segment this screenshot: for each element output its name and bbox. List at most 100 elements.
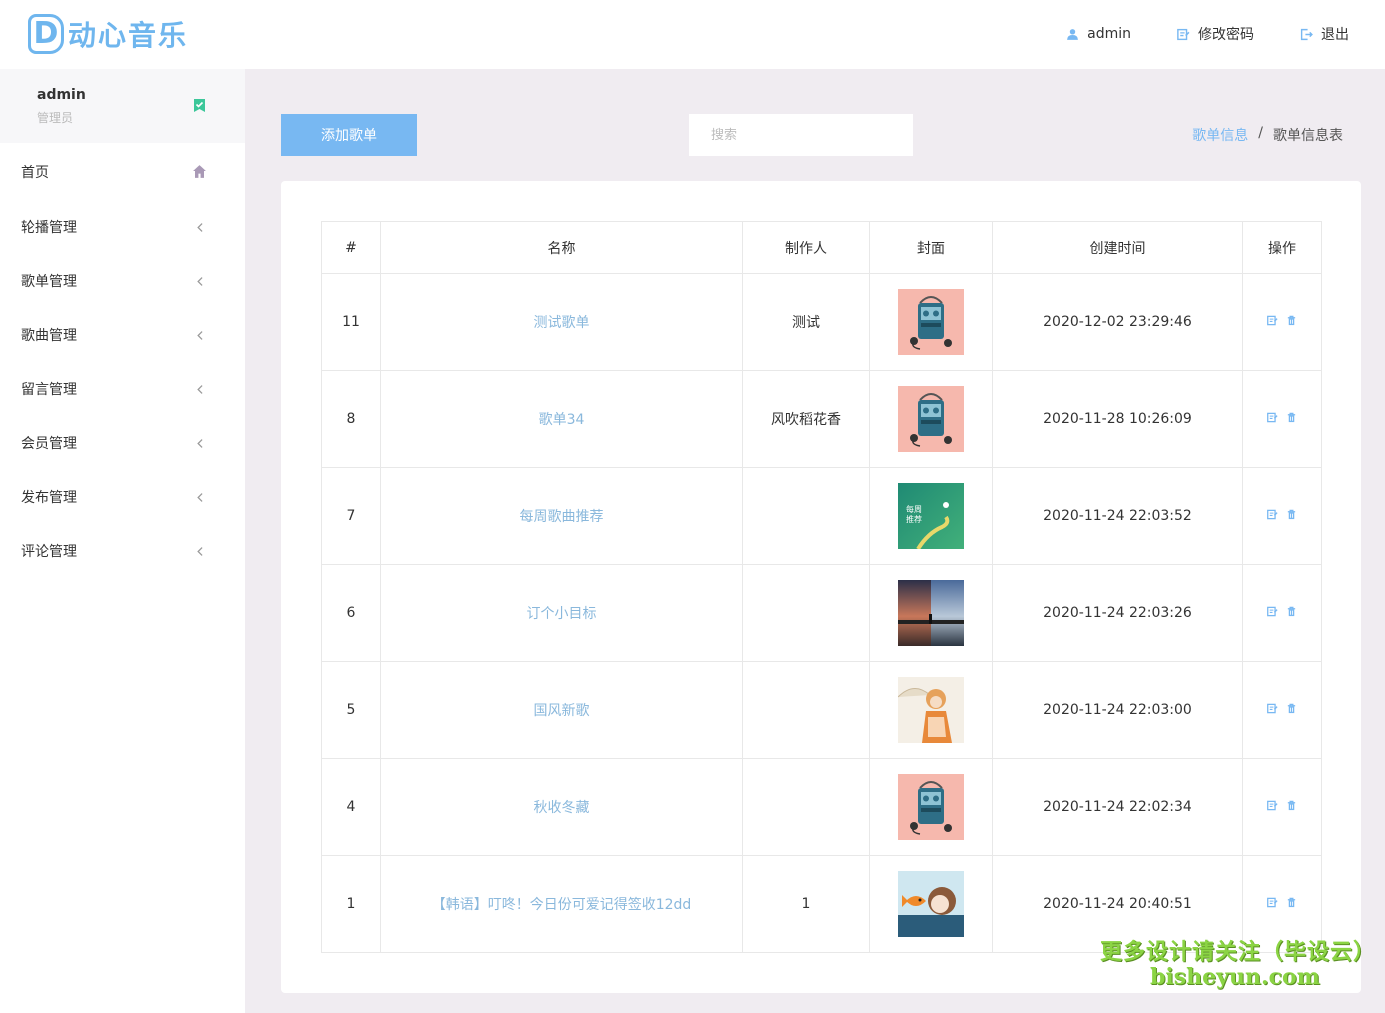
cell-actions bbox=[1242, 467, 1322, 565]
delete-icon[interactable] bbox=[1286, 606, 1297, 617]
sidebar-item-5[interactable]: 会员管理 bbox=[0, 416, 245, 470]
cell-id: 4 bbox=[321, 758, 381, 856]
breadcrumb-separator: / bbox=[1258, 125, 1263, 141]
sidebar-item-label: 轮播管理 bbox=[21, 220, 77, 236]
cover-image bbox=[898, 580, 964, 646]
cell-name-link[interactable]: 测试歌单 bbox=[380, 273, 743, 371]
cell-cover bbox=[869, 758, 993, 856]
delete-icon[interactable] bbox=[1286, 800, 1297, 811]
cell-created: 2020-11-24 22:02:34 bbox=[992, 758, 1243, 856]
cell-cover bbox=[869, 370, 993, 468]
column-header-creator[interactable]: 制作人 bbox=[742, 221, 870, 274]
edit-icon[interactable] bbox=[1267, 703, 1278, 714]
cell-cover bbox=[869, 661, 993, 759]
cell-id: 6 bbox=[321, 564, 381, 662]
cell-name-link[interactable]: 歌单34 bbox=[380, 370, 743, 468]
sidebar-item-label: 歌曲管理 bbox=[21, 328, 77, 344]
delete-icon[interactable] bbox=[1286, 703, 1297, 714]
change-password-link[interactable]: 修改密码 bbox=[1177, 24, 1254, 44]
svg-text:每周: 每周 bbox=[906, 504, 922, 514]
sidebar-item-7[interactable]: 评论管理 bbox=[0, 524, 245, 578]
cell-actions bbox=[1242, 273, 1322, 371]
edit-icon[interactable] bbox=[1267, 897, 1278, 908]
logo-text: 动心音乐 bbox=[68, 19, 189, 52]
column-header-cover[interactable]: 封面 bbox=[869, 221, 993, 274]
sidebar-item-label: 首页 bbox=[21, 165, 49, 181]
breadcrumb-parent[interactable]: 歌单信息 bbox=[1192, 125, 1248, 145]
sidebar: admin 管理员 首页轮播管理歌单管理歌曲管理留言管理会员管理发布管理评论管理 bbox=[0, 69, 245, 1013]
app-logo[interactable]: D 动心音乐 bbox=[28, 13, 188, 55]
edit-icon bbox=[1177, 28, 1190, 40]
cell-name-link[interactable]: 国风新歌 bbox=[380, 661, 743, 759]
cell-id: 5 bbox=[321, 661, 381, 759]
table-row: 7 每周歌曲推荐 每周 推荐 2020-11-24 22:03:52 bbox=[321, 467, 1322, 565]
watermark-line1: 更多设计请关注（毕设云） bbox=[1100, 940, 1377, 965]
edit-icon[interactable] bbox=[1267, 509, 1278, 520]
watermark: 更多设计请关注（毕设云） bisheyun.com bbox=[1100, 934, 1377, 990]
cell-name-link[interactable]: 订个小目标 bbox=[380, 564, 743, 662]
cell-id: 7 bbox=[321, 467, 381, 565]
chevron-left-icon bbox=[197, 493, 203, 502]
cell-created: 2020-11-28 10:26:09 bbox=[992, 370, 1243, 468]
cell-cover bbox=[869, 855, 993, 953]
cell-id: 8 bbox=[321, 370, 381, 468]
sidebar-item-4[interactable]: 留言管理 bbox=[0, 362, 245, 416]
cell-actions bbox=[1242, 661, 1322, 759]
edit-icon[interactable] bbox=[1267, 800, 1278, 811]
cell-name-link[interactable]: 【韩语】叮咚！今日份可爱记得签收12dd bbox=[380, 855, 743, 953]
sidebar-item-6[interactable]: 发布管理 bbox=[0, 470, 245, 524]
delete-icon[interactable] bbox=[1286, 897, 1297, 908]
chevron-left-icon bbox=[197, 439, 203, 448]
cell-actions bbox=[1242, 758, 1322, 856]
delete-icon[interactable] bbox=[1286, 315, 1297, 326]
sidebar-item-label: 歌单管理 bbox=[21, 274, 77, 290]
add-playlist-button[interactable]: 添加歌单 bbox=[281, 114, 417, 156]
cell-created: 2020-11-24 22:03:00 bbox=[992, 661, 1243, 759]
sidebar-item-0[interactable]: 首页 bbox=[0, 144, 245, 200]
table-row: 11 测试歌单 测试 2020-12-02 23:29:46 bbox=[321, 273, 1322, 371]
sidebar-user-card: admin 管理员 bbox=[0, 69, 245, 143]
cell-name-link[interactable]: 秋收冬藏 bbox=[380, 758, 743, 856]
cover-image: 每周推荐 bbox=[898, 483, 964, 549]
verified-badge-icon bbox=[194, 99, 205, 112]
cell-creator: 风吹稻花香 bbox=[742, 370, 870, 468]
sidebar-user-name: admin bbox=[37, 87, 86, 103]
search-input[interactable] bbox=[689, 114, 913, 156]
cell-id: 11 bbox=[321, 273, 381, 371]
sidebar-item-label: 评论管理 bbox=[21, 544, 77, 560]
edit-icon[interactable] bbox=[1267, 606, 1278, 617]
sidebar-item-label: 留言管理 bbox=[21, 382, 77, 398]
sidebar-user-role: 管理员 bbox=[37, 111, 74, 125]
column-header-created[interactable]: 创建时间 bbox=[992, 221, 1243, 274]
cell-name-link[interactable]: 每周歌曲推荐 bbox=[380, 467, 743, 565]
column-header-name[interactable]: 名称 bbox=[380, 221, 743, 274]
cover-image bbox=[898, 871, 964, 937]
edit-icon[interactable] bbox=[1267, 315, 1278, 326]
delete-icon[interactable] bbox=[1286, 412, 1297, 423]
cell-creator: 测试 bbox=[742, 273, 870, 371]
header-user-name: admin bbox=[1087, 26, 1131, 42]
sidebar-item-1[interactable]: 轮播管理 bbox=[0, 200, 245, 254]
sidebar-item-3[interactable]: 歌曲管理 bbox=[0, 308, 245, 362]
header-user-link[interactable]: admin bbox=[1066, 24, 1131, 44]
column-header-actions[interactable]: 操作 bbox=[1242, 221, 1322, 274]
delete-icon[interactable] bbox=[1286, 509, 1297, 520]
cell-creator bbox=[742, 661, 870, 759]
logo-letter: D bbox=[28, 14, 64, 54]
table-row: 5 国风新歌 2020-11-24 22:03:00 bbox=[321, 661, 1322, 759]
table-row: 6 订个小目标 2020-11-24 22:03:26 bbox=[321, 564, 1322, 662]
cell-creator bbox=[742, 758, 870, 856]
edit-icon[interactable] bbox=[1267, 412, 1278, 423]
sidebar-item-2[interactable]: 歌单管理 bbox=[0, 254, 245, 308]
user-icon bbox=[1067, 28, 1079, 40]
breadcrumb: 歌单信息 / 歌单信息表 bbox=[1192, 125, 1343, 145]
logout-link[interactable]: 退出 bbox=[1300, 24, 1349, 44]
cell-id: 1 bbox=[321, 855, 381, 953]
table-header-row: # 名称 制作人 封面 创建时间 操作 bbox=[321, 221, 1322, 274]
cover-image bbox=[898, 289, 964, 355]
svg-text:推荐: 推荐 bbox=[906, 514, 922, 524]
cell-actions bbox=[1242, 370, 1322, 468]
column-header-id[interactable]: # bbox=[321, 221, 381, 274]
home-icon bbox=[193, 165, 206, 178]
sidebar-item-label: 会员管理 bbox=[21, 436, 77, 452]
